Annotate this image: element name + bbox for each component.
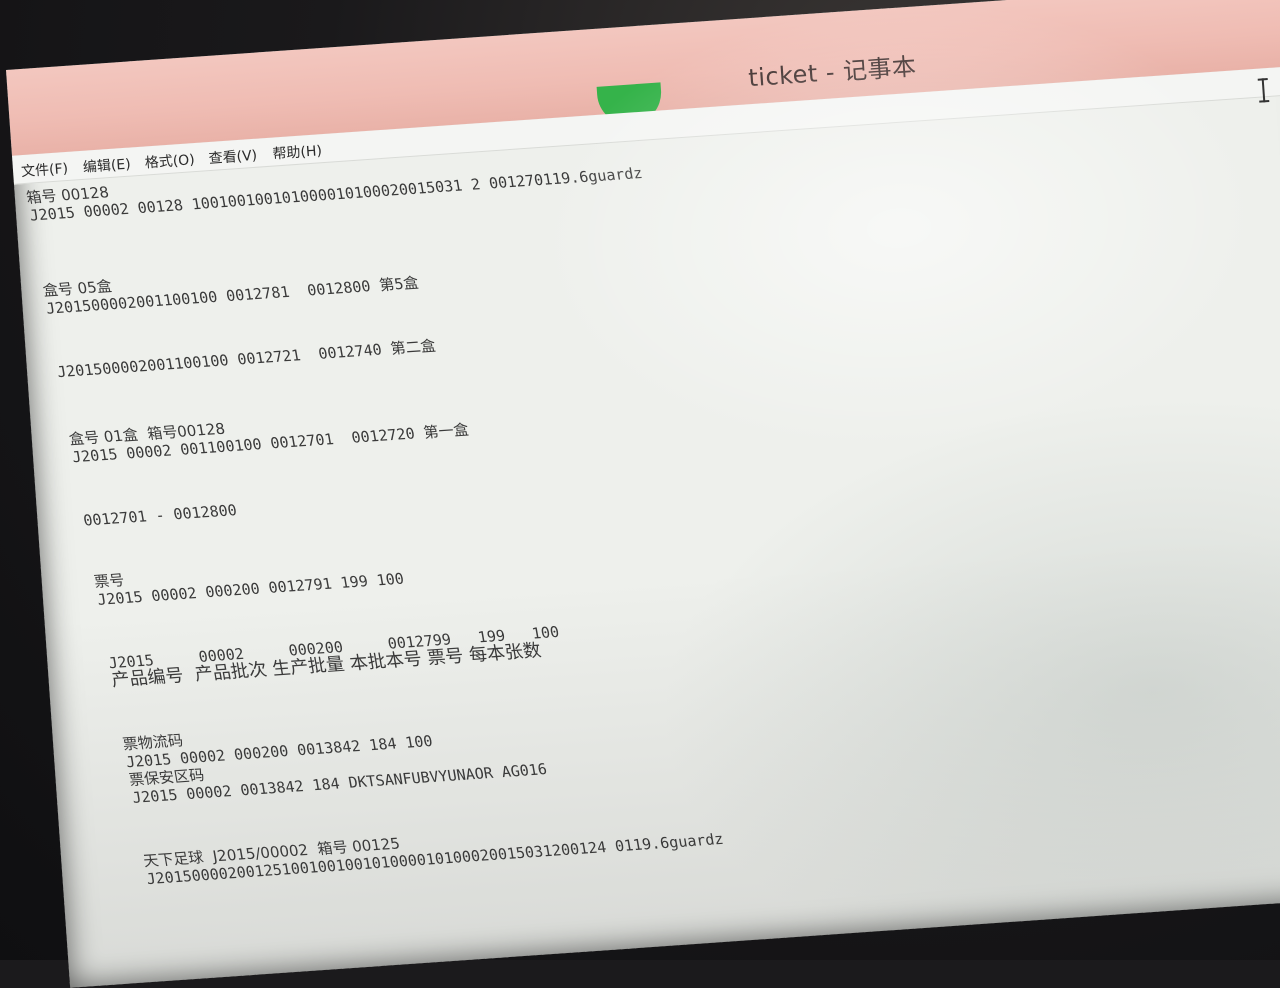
text-editor-area[interactable]: 箱号 00128 J2015 00002 00128 1001001001010… [14,93,1280,976]
menu-help[interactable]: 帮助(H) [272,140,323,163]
menu-format[interactable]: 格式(O) [144,149,195,172]
notepad-window: ticket - 记事本 文件(F) 编辑(E) 格式(O) 查看(V) 帮助(… [6,0,1280,988]
text-line: J201500002001100100 0012721 0012740 第二盒 [55,336,438,382]
text-line: J2015 00002 000200 0012791 199 100 [95,569,406,609]
menu-view[interactable]: 查看(V) [208,145,258,168]
menu-file[interactable]: 文件(F) [20,158,69,181]
text-line: 票号 [92,571,126,592]
window-title: ticket - 记事本 [747,52,918,93]
menu-edit[interactable]: 编辑(E) [82,154,131,177]
text-line: 0012701 - 0012800 [81,501,239,530]
